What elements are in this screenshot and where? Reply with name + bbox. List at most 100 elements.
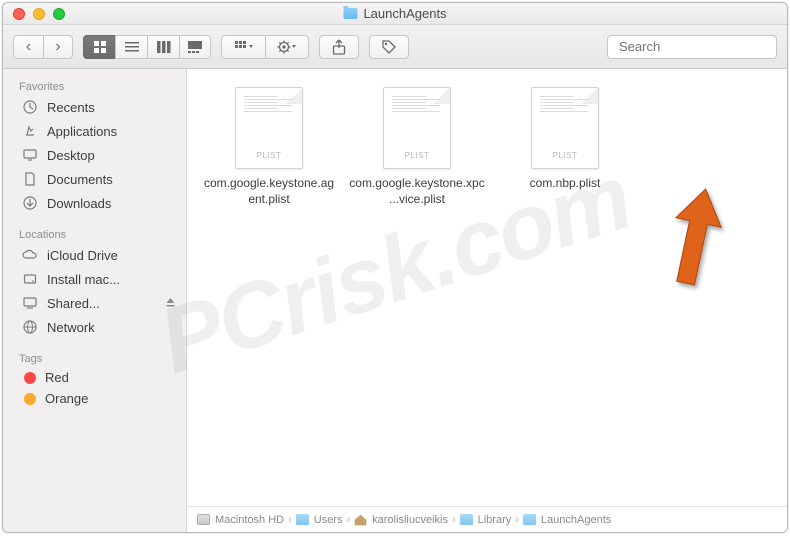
sidebar-item-label: Orange (45, 391, 88, 406)
download-icon (21, 194, 39, 212)
group-icon (235, 41, 253, 53)
file-badge: PLIST (257, 151, 282, 160)
maximize-window-button[interactable] (53, 8, 65, 20)
file-name: com.google.keystone.xpc...vice.plist (349, 175, 485, 207)
sidebar-tag-red[interactable]: Red (3, 367, 186, 388)
sidebar-item-shared[interactable]: Shared... (3, 291, 186, 315)
eject-icon[interactable] (165, 296, 176, 311)
window-title: LaunchAgents (343, 6, 446, 21)
chevron-right-icon: › (55, 39, 60, 55)
file-grid[interactable]: PLIST com.google.keystone.agent.plist PL… (187, 69, 787, 506)
sidebar-item-label: Shared... (47, 296, 100, 311)
window-title-text: LaunchAgents (363, 6, 446, 21)
plist-file-icon: PLIST (383, 87, 451, 169)
sidebar-item-label: Recents (47, 100, 95, 115)
sidebar-item-downloads[interactable]: Downloads (3, 191, 186, 215)
main-pane: PLIST com.google.keystone.agent.plist PL… (187, 69, 787, 532)
folder-icon (523, 514, 536, 525)
sidebar-item-icloud[interactable]: iCloud Drive (3, 243, 186, 267)
share-icon (332, 39, 346, 55)
sidebar: Favorites Recents Applications Desktop D… (3, 69, 187, 532)
content-area: Favorites Recents Applications Desktop D… (3, 69, 787, 532)
sidebar-item-label: Install mac... (47, 272, 120, 287)
action-button[interactable] (265, 35, 309, 59)
path-item[interactable]: LaunchAgents (523, 514, 611, 526)
sidebar-item-recents[interactable]: Recents (3, 95, 186, 119)
file-name: com.nbp.plist (530, 175, 601, 191)
close-window-button[interactable] (13, 8, 25, 20)
folder-icon (343, 8, 357, 19)
forward-button[interactable]: › (43, 35, 73, 59)
tag-icon (382, 40, 396, 54)
edit-tags-button[interactable] (369, 35, 409, 59)
file-item[interactable]: PLIST com.nbp.plist (495, 87, 635, 191)
share-group (319, 35, 359, 59)
sidebar-tag-orange[interactable]: Orange (3, 388, 186, 409)
file-badge: PLIST (405, 151, 430, 160)
sidebar-item-network[interactable]: Network (3, 315, 186, 339)
back-button[interactable]: ‹ (13, 35, 43, 59)
search-input[interactable] (619, 39, 788, 54)
file-item[interactable]: PLIST com.google.keystone.xpc...vice.pli… (347, 87, 487, 207)
gallery-view-button[interactable] (179, 35, 211, 59)
sidebar-item-label: Red (45, 370, 69, 385)
desktop-icon (21, 146, 39, 164)
icon-view-button[interactable] (83, 35, 115, 59)
finder-window: LaunchAgents ‹ › (2, 2, 788, 533)
share-button[interactable] (319, 35, 359, 59)
chevron-right-icon: › (288, 514, 292, 526)
columns-icon (157, 41, 171, 53)
grid-icon (93, 40, 107, 54)
tag-dot-icon (24, 393, 36, 405)
hdd-icon (197, 514, 210, 525)
sidebar-item-label: Applications (47, 124, 117, 139)
nav-buttons: ‹ › (13, 35, 73, 59)
gallery-icon (188, 41, 202, 53)
file-badge: PLIST (553, 151, 578, 160)
folder-icon (296, 514, 309, 525)
annotation-arrow-icon (660, 184, 730, 304)
home-icon (354, 514, 367, 525)
chevron-left-icon: ‹ (26, 39, 31, 55)
disk-icon (21, 270, 39, 288)
sidebar-item-label: iCloud Drive (47, 248, 118, 263)
view-mode-group (83, 35, 211, 59)
search-field[interactable] (607, 35, 777, 59)
plist-file-icon: PLIST (531, 87, 599, 169)
minimize-window-button[interactable] (33, 8, 45, 20)
group-by-button[interactable] (221, 35, 265, 59)
group-action-group (221, 35, 309, 59)
path-item[interactable]: Users (296, 514, 343, 526)
sidebar-heading-tags: Tags (3, 349, 186, 367)
folder-icon (460, 514, 473, 525)
column-view-button[interactable] (147, 35, 179, 59)
sidebar-item-install-mac[interactable]: Install mac... (3, 267, 186, 291)
doc-icon (21, 170, 39, 188)
chevron-right-icon: › (515, 514, 519, 526)
path-item[interactable]: Library (460, 514, 512, 526)
cloud-icon (21, 246, 39, 264)
titlebar: LaunchAgents (3, 3, 787, 25)
chevron-right-icon: › (452, 514, 456, 526)
apps-icon (21, 122, 39, 140)
chevron-right-icon: › (346, 514, 350, 526)
traffic-lights (3, 8, 65, 20)
gear-icon (277, 40, 297, 54)
sidebar-item-label: Downloads (47, 196, 111, 211)
sidebar-item-desktop[interactable]: Desktop (3, 143, 186, 167)
list-icon (125, 41, 139, 53)
toolbar: ‹ › (3, 25, 787, 69)
path-item[interactable]: karolisliucveikis (354, 514, 448, 526)
sidebar-heading-locations: Locations (3, 225, 186, 243)
file-name: com.google.keystone.agent.plist (201, 175, 337, 207)
path-item[interactable]: Macintosh HD (197, 514, 284, 526)
sidebar-item-label: Desktop (47, 148, 95, 163)
list-view-button[interactable] (115, 35, 147, 59)
sidebar-item-label: Documents (47, 172, 113, 187)
path-bar: Macintosh HD › Users › karolisliucveikis… (187, 506, 787, 532)
sidebar-item-applications[interactable]: Applications (3, 119, 186, 143)
monitor-icon (21, 294, 39, 312)
sidebar-heading-favorites: Favorites (3, 77, 186, 95)
sidebar-item-documents[interactable]: Documents (3, 167, 186, 191)
file-item[interactable]: PLIST com.google.keystone.agent.plist (199, 87, 339, 207)
